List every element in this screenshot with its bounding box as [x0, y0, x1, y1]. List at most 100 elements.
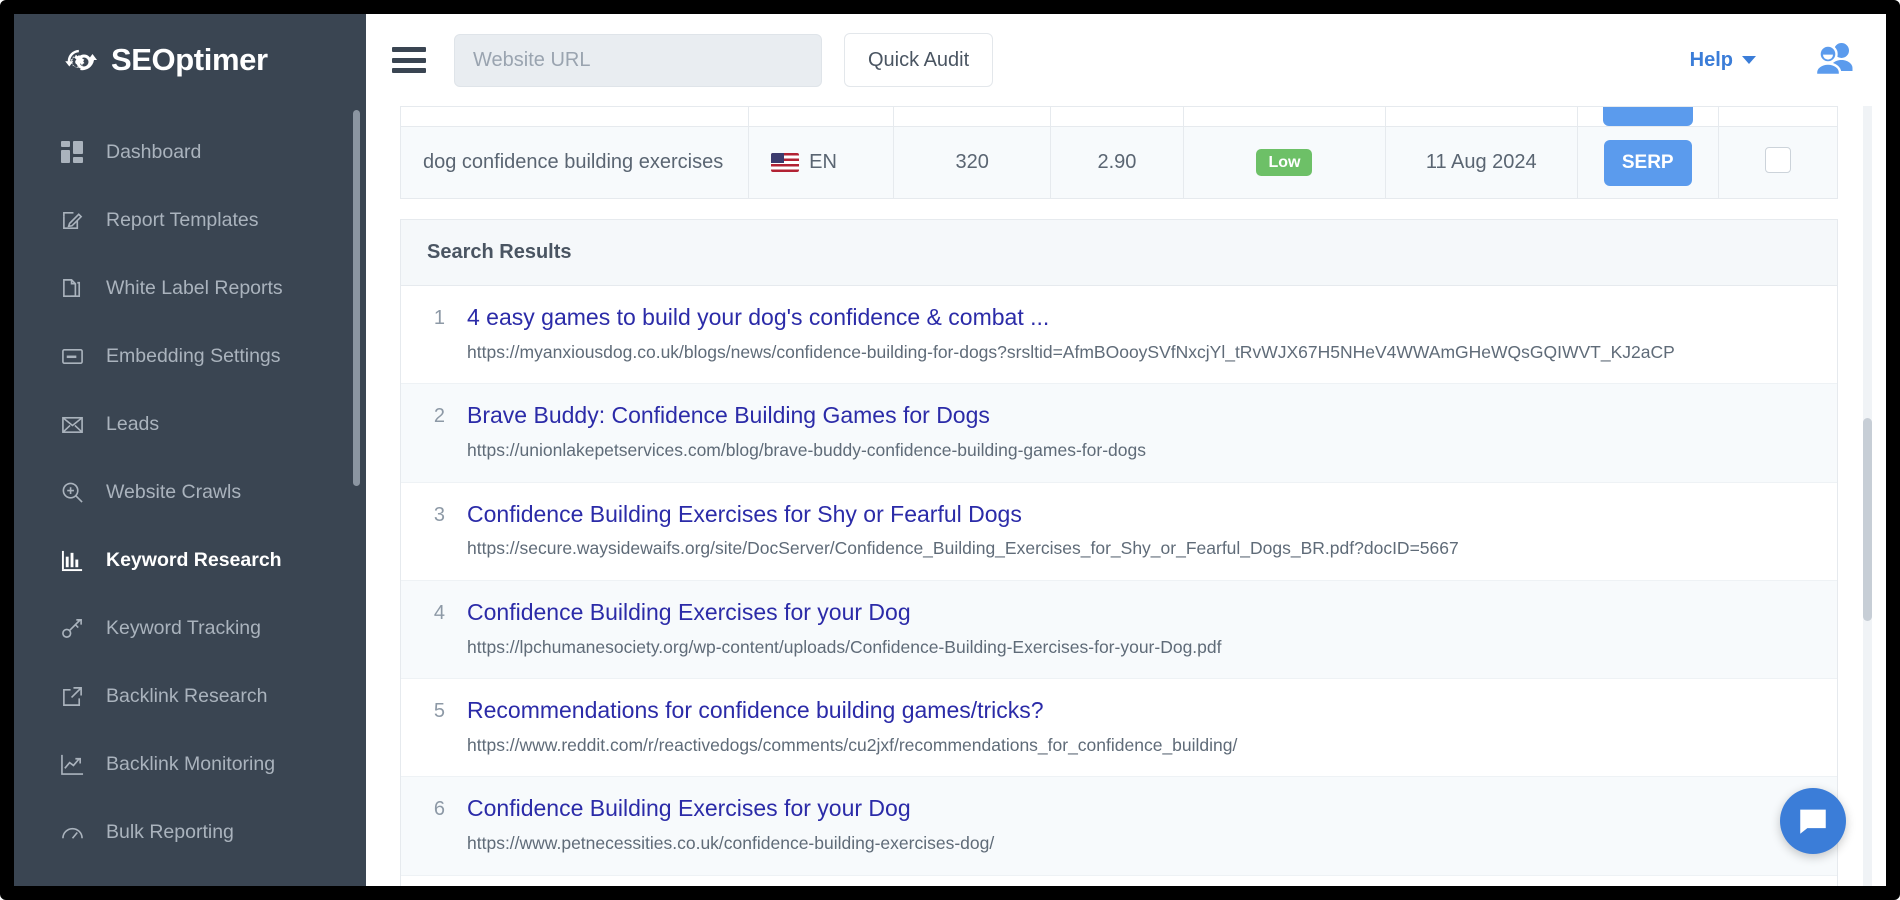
sidebar-item-label: Backlink Research: [106, 685, 267, 708]
chevron-down-icon: [1742, 56, 1756, 64]
list-item[interactable]: 3 Confidence Building Exercises for Shy …: [401, 483, 1837, 581]
dashboard-grid-icon: [60, 140, 84, 164]
serp-button[interactable]: SERP: [1604, 140, 1692, 186]
result-url: https://myanxiousdog.co.uk/blogs/news/co…: [467, 340, 1811, 365]
help-menu[interactable]: Help: [1690, 49, 1756, 72]
serp-cell: SERP: [1577, 127, 1718, 199]
app-window: SEOptimer Dashboard Report Templates Whi: [0, 0, 1900, 900]
list-item[interactable]: 7 8 Dog Confidence Building Exercises fo…: [401, 876, 1837, 886]
result-title-link[interactable]: Recommendations for confidence building …: [467, 696, 1811, 726]
result-title-link[interactable]: 4 easy games to build your dog's confide…: [467, 303, 1811, 333]
table-row-clipped: [401, 107, 1838, 127]
sidebar-item-label: Bulk Reporting: [106, 821, 234, 844]
list-item[interactable]: 1 4 easy games to build your dog's confi…: [401, 286, 1837, 384]
us-flag-icon: [771, 153, 799, 172]
gear-arrows-logo-icon: [58, 40, 98, 80]
list-item[interactable]: 6 Confidence Building Exercises for your…: [401, 777, 1837, 875]
key-icon: [60, 616, 84, 640]
sidebar-item-embedding-settings[interactable]: Embedding Settings: [14, 322, 366, 390]
sidebar-item-leads[interactable]: Leads: [14, 390, 366, 458]
language-cell: EN: [749, 127, 894, 199]
sidebar-scrollbar[interactable]: [353, 110, 360, 486]
sidebar-item-label: Dashboard: [106, 141, 201, 164]
result-body: Confidence Building Exercises for Shy or…: [467, 500, 1811, 562]
clipped-cell: [1385, 107, 1577, 127]
keyword-cell: dog confidence building exercises: [401, 127, 749, 199]
table-row: dog confidence building exercises EN 320…: [401, 127, 1838, 199]
external-link-icon: [60, 684, 84, 708]
result-title-link[interactable]: Confidence Building Exercises for your D…: [467, 794, 1811, 824]
cpc-cell: 2.90: [1050, 127, 1183, 199]
clipped-cell: [894, 107, 1050, 127]
row-checkbox[interactable]: [1765, 147, 1791, 173]
envelope-icon: [60, 412, 84, 436]
quick-audit-button[interactable]: Quick Audit: [844, 33, 993, 87]
result-body: 4 easy games to build your dog's confide…: [467, 303, 1811, 365]
result-url: https://www.petnecessities.co.uk/confide…: [467, 831, 1811, 856]
result-title-link[interactable]: Confidence Building Exercises for Shy or…: [467, 500, 1811, 530]
result-url: https://secure.waysidewaifs.org/site/Doc…: [467, 536, 1811, 561]
result-rank: 3: [427, 500, 445, 527]
keyword-table: dog confidence building exercises EN 320…: [400, 106, 1838, 199]
sidebar-nav: Dashboard Report Templates White Label R…: [14, 106, 366, 866]
serp-button-clipped[interactable]: [1603, 107, 1693, 127]
search-results-panel: Search Results 1 4 easy games to build y…: [400, 219, 1838, 886]
clipped-cell: [401, 107, 749, 127]
website-url-input[interactable]: [454, 34, 822, 87]
result-url: https://lpchumanesociety.org/wp-content/…: [467, 635, 1811, 660]
documents-copy-icon: [60, 276, 84, 300]
sidebar-item-label: Embedding Settings: [106, 345, 281, 368]
competition-cell: Low: [1184, 127, 1386, 199]
scrollbar-thumb[interactable]: [1863, 418, 1872, 621]
clipped-cell: [749, 107, 894, 127]
search-results-header: Search Results: [401, 220, 1837, 286]
clipped-cell: [1184, 107, 1386, 127]
gauge-icon: [60, 820, 84, 844]
list-item[interactable]: 4 Confidence Building Exercises for your…: [401, 581, 1837, 679]
sidebar-item-bulk-reporting[interactable]: Bulk Reporting: [14, 798, 366, 866]
result-rank: 4: [427, 598, 445, 625]
list-item[interactable]: 2 Brave Buddy: Confidence Building Games…: [401, 384, 1837, 482]
language-label: EN: [809, 151, 837, 174]
sidebar-item-backlink-research[interactable]: Backlink Research: [14, 662, 366, 730]
main-area: Quick Audit Help: [366, 14, 1886, 886]
date-cell: 11 Aug 2024: [1385, 127, 1577, 199]
sidebar-item-white-label-reports[interactable]: White Label Reports: [14, 254, 366, 322]
result-url: https://unionlakepetservices.com/blog/br…: [467, 438, 1811, 463]
sidebar-item-label: Leads: [106, 413, 159, 436]
embed-card-icon: [60, 344, 84, 368]
bar-chart-icon: [60, 548, 84, 572]
result-title-link[interactable]: Brave Buddy: Confidence Building Games f…: [467, 401, 1811, 431]
brand-name: SEOptimer: [111, 42, 268, 78]
result-body: Confidence Building Exercises for your D…: [467, 598, 1811, 660]
brand-logo-area[interactable]: SEOptimer: [14, 14, 366, 106]
result-rank: 5: [427, 696, 445, 723]
chat-bubble-icon[interactable]: [1780, 788, 1846, 854]
sidebar-item-report-templates[interactable]: Report Templates: [14, 186, 366, 254]
pencil-square-icon: [60, 208, 84, 232]
users-icon[interactable]: [1814, 41, 1856, 80]
sidebar-item-keyword-research[interactable]: Keyword Research: [14, 526, 366, 594]
clipped-cell: [1050, 107, 1183, 127]
result-title-link[interactable]: Confidence Building Exercises for your D…: [467, 598, 1811, 628]
sidebar-item-website-crawls[interactable]: Website Crawls: [14, 458, 366, 526]
sidebar-item-keyword-tracking[interactable]: Keyword Tracking: [14, 594, 366, 662]
select-cell: [1718, 127, 1837, 199]
content-area: dog confidence building exercises EN 320…: [366, 106, 1886, 886]
trend-line-icon: [60, 752, 84, 776]
result-body: Confidence Building Exercises for your D…: [467, 794, 1811, 856]
sidebar-item-dashboard[interactable]: Dashboard: [14, 118, 366, 186]
content-inner: dog confidence building exercises EN 320…: [400, 106, 1838, 886]
clipped-cell: [1577, 107, 1718, 127]
list-item[interactable]: 5 Recommendations for confidence buildin…: [401, 679, 1837, 777]
sidebar-item-backlink-monitoring[interactable]: Backlink Monitoring: [14, 730, 366, 798]
clipped-cell: [1718, 107, 1837, 127]
hamburger-menu-icon[interactable]: [392, 47, 426, 73]
help-label: Help: [1690, 49, 1733, 72]
sidebar-item-label: Keyword Tracking: [106, 617, 261, 640]
sidebar-item-label: Report Templates: [106, 209, 258, 232]
sidebar-item-label: Backlink Monitoring: [106, 753, 275, 776]
magnifier-plus-icon: [60, 480, 84, 504]
content-scrollbar[interactable]: [1863, 106, 1872, 886]
result-rank: 2: [427, 401, 445, 428]
